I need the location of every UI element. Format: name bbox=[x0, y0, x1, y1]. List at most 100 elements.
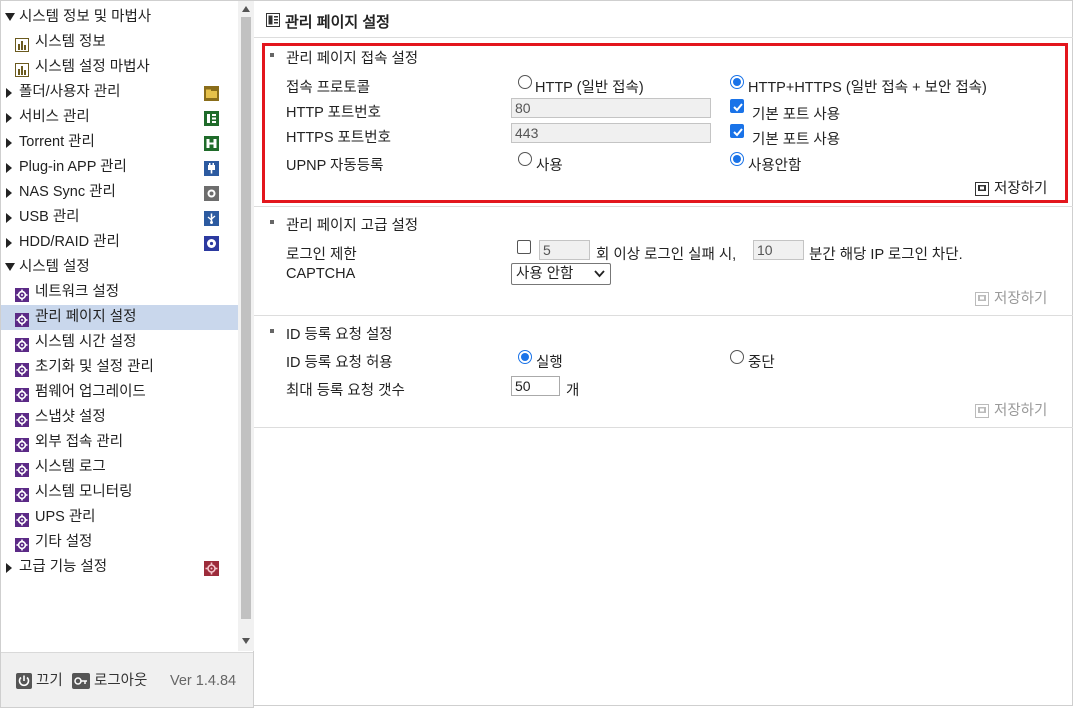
power-off-button[interactable]: 끄기 bbox=[16, 671, 63, 691]
chevron-down-icon bbox=[594, 270, 605, 278]
sidebar-item-label: 서비스 관리 bbox=[19, 109, 90, 125]
logout-button[interactable]: 로그아웃 bbox=[72, 671, 147, 691]
sidebar-item-16[interactable]: 스냅샷 설정 bbox=[1, 405, 238, 430]
bar-chart-icon bbox=[15, 36, 29, 52]
sidebar-item-5[interactable]: Torrent 관리 bbox=[1, 130, 238, 155]
caret-right-icon[interactable] bbox=[4, 105, 16, 130]
captcha-label: CAPTCHA bbox=[286, 266, 356, 282]
advanced-save-button[interactable]: 저장하기 bbox=[975, 290, 1047, 308]
caret-right-icon[interactable] bbox=[4, 80, 16, 105]
sidebar-item-1[interactable]: 시스템 정보 bbox=[1, 30, 238, 55]
sidebar-item-label: HDD/RAID 관리 bbox=[19, 234, 120, 250]
sidebar-item-label: UPS 관리 bbox=[35, 509, 96, 525]
sidebar-scrollbar[interactable] bbox=[238, 1, 254, 651]
sidebar-item-22[interactable]: 고급 기능 설정 bbox=[1, 555, 238, 580]
sidebar-item-14[interactable]: 초기화 및 설정 관리 bbox=[1, 355, 238, 380]
sidebar-item-2[interactable]: 시스템 설정 마법사 bbox=[1, 55, 238, 80]
caret-right-icon[interactable] bbox=[4, 130, 16, 155]
id-request-save-button[interactable]: 저장하기 bbox=[975, 402, 1047, 420]
sidebar-item-3[interactable]: 폴더/사용자 관리 bbox=[1, 80, 238, 105]
sidebar-item-4[interactable]: 서비스 관리 bbox=[1, 105, 238, 130]
gear-icon bbox=[15, 386, 29, 402]
max-request-unit: 개 bbox=[566, 383, 580, 399]
sidebar-item-11[interactable]: 네트워크 설정 bbox=[1, 280, 238, 305]
advanced-save-label: 저장하기 bbox=[994, 291, 1048, 307]
id-request-stop-label: 중단 bbox=[748, 355, 775, 371]
login-text-2: 분간 해당 IP 로그인 차단. bbox=[809, 247, 963, 263]
login-limit-label: 로그인 제한 bbox=[286, 247, 357, 263]
sidebar-item-7[interactable]: NAS Sync 관리 bbox=[1, 180, 238, 205]
plugin-icon bbox=[204, 160, 219, 176]
sidebar-item-12[interactable]: 관리 페이지 설정 bbox=[1, 305, 238, 330]
section-bullet bbox=[270, 329, 274, 333]
scrollbar-thumb[interactable] bbox=[241, 17, 251, 619]
sidebar-item-10[interactable]: 시스템 설정 bbox=[1, 255, 238, 280]
gear-icon bbox=[15, 286, 29, 302]
folder-user-icon bbox=[204, 85, 219, 101]
main-panel: 관리 페이지 설정 관리 페이지 접속 설정 접속 프로토콜 HTTP (일반 … bbox=[254, 0, 1073, 706]
sidebar-item-label: 네트워크 설정 bbox=[35, 284, 120, 300]
sidebar-item-18[interactable]: 시스템 로그 bbox=[1, 455, 238, 480]
id-request-save-label: 저장하기 bbox=[994, 403, 1048, 419]
key-icon bbox=[72, 673, 90, 689]
caret-right-icon[interactable] bbox=[4, 230, 16, 255]
gear-icon bbox=[15, 311, 29, 327]
login-limit-checkbox[interactable] bbox=[517, 240, 531, 254]
caret-right-icon[interactable] bbox=[4, 180, 16, 205]
section-bullet bbox=[270, 220, 274, 224]
bar-chart-icon bbox=[15, 61, 29, 77]
power-icon bbox=[16, 673, 32, 689]
sidebar-item-label: 관리 페이지 설정 bbox=[35, 309, 137, 325]
sidebar-item-8[interactable]: USB 관리 bbox=[1, 205, 238, 230]
sidebar-item-20[interactable]: UPS 관리 bbox=[1, 505, 238, 530]
sidebar-item-label: USB 관리 bbox=[19, 209, 80, 225]
id-request-allow-label: ID 등록 요청 허용 bbox=[286, 355, 393, 371]
login-text-1: 회 이상 로그인 실패 시, bbox=[596, 247, 737, 263]
page-header: 관리 페이지 설정 bbox=[254, 1, 1073, 38]
settings-page-icon bbox=[266, 13, 280, 27]
sidebar-item-19[interactable]: 시스템 모니터링 bbox=[1, 480, 238, 505]
gear-icon bbox=[15, 436, 29, 452]
captcha-select[interactable]: 사용 안함 bbox=[511, 263, 611, 285]
max-request-label: 최대 등록 요청 갯수 bbox=[286, 383, 405, 399]
gear-icon bbox=[15, 361, 29, 377]
sidebar-item-label: 고급 기능 설정 bbox=[19, 559, 108, 575]
id-request-run-radio[interactable] bbox=[518, 350, 532, 364]
divider bbox=[254, 427, 1073, 428]
caret-right-icon[interactable] bbox=[4, 155, 16, 180]
sidebar-item-9[interactable]: HDD/RAID 관리 bbox=[1, 230, 238, 255]
sidebar-item-21[interactable]: 기타 설정 bbox=[1, 530, 238, 555]
caret-right-icon[interactable] bbox=[4, 205, 16, 230]
gear-icon bbox=[15, 486, 29, 502]
max-request-input[interactable]: 50 bbox=[511, 376, 560, 396]
login-count-input[interactable]: 5 bbox=[539, 240, 590, 260]
sidebar-item-0[interactable]: 시스템 정보 및 마법사 bbox=[1, 5, 238, 30]
service-icon bbox=[204, 110, 219, 126]
sidebar-item-label: 시스템 정보 bbox=[35, 34, 106, 50]
sidebar-item-label: 폴더/사용자 관리 bbox=[19, 84, 121, 100]
sidebar-item-17[interactable]: 외부 접속 관리 bbox=[1, 430, 238, 455]
login-minutes-input[interactable]: 10 bbox=[753, 240, 804, 260]
caret-down-icon[interactable] bbox=[4, 255, 16, 280]
id-request-stop-radio[interactable] bbox=[730, 350, 744, 364]
save-icon bbox=[975, 404, 989, 418]
advanced-settings-title: 관리 페이지 고급 설정 bbox=[286, 218, 419, 234]
id-request-title: ID 등록 요청 설정 bbox=[286, 327, 393, 343]
sync-icon bbox=[204, 185, 219, 201]
sidebar-footer: 끄기 로그아웃 Ver 1.4.84 bbox=[1, 652, 253, 707]
sidebar-item-label: 펌웨어 업그레이드 bbox=[35, 384, 146, 400]
sidebar-item-label: 시스템 시간 설정 bbox=[35, 334, 137, 350]
sidebar-item-13[interactable]: 시스템 시간 설정 bbox=[1, 330, 238, 355]
sidebar-item-6[interactable]: Plug-in APP 관리 bbox=[1, 155, 238, 180]
sidebar-item-label: NAS Sync 관리 bbox=[19, 184, 116, 200]
caret-down-icon[interactable] bbox=[4, 5, 16, 30]
page-title: 관리 페이지 설정 bbox=[285, 14, 390, 31]
caret-right-icon[interactable] bbox=[4, 555, 16, 580]
save-icon bbox=[975, 292, 989, 306]
torrent-icon bbox=[204, 135, 219, 151]
sidebar-item-15[interactable]: 펌웨어 업그레이드 bbox=[1, 380, 238, 405]
power-label: 끄기 bbox=[36, 673, 63, 689]
scroll-up-arrow-icon[interactable] bbox=[242, 6, 250, 12]
scroll-down-arrow-icon[interactable] bbox=[242, 638, 250, 644]
sidebar-item-label: 시스템 모니터링 bbox=[35, 484, 133, 500]
